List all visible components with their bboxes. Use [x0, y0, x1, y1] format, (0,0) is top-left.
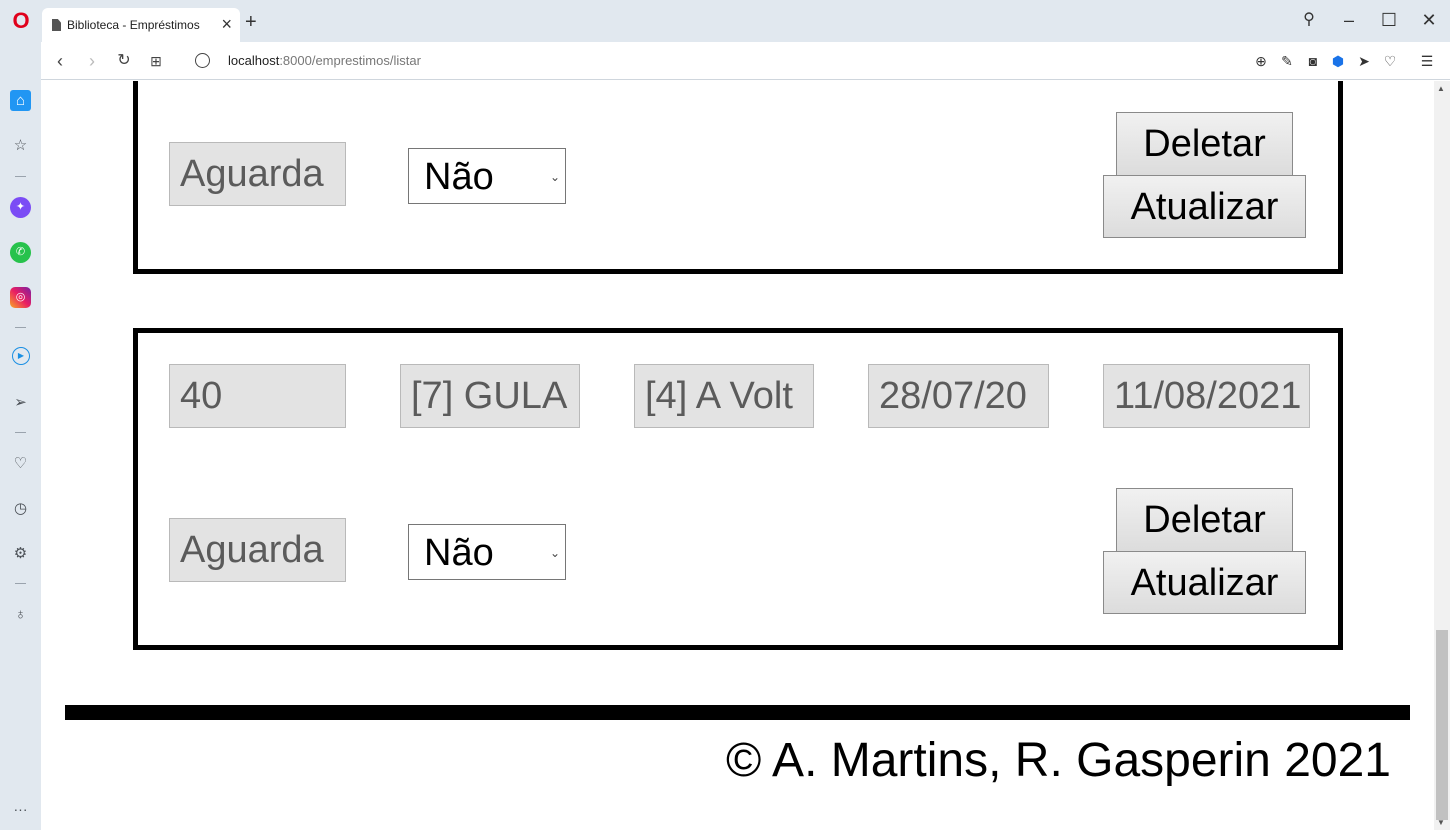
whatsapp-icon[interactable]: ✆	[10, 242, 31, 263]
heart-icon[interactable]: ♡	[1381, 52, 1399, 70]
new-tab-icon[interactable]: +	[245, 12, 257, 32]
copyright-text: © A. Martins, R. Gasperin 2021	[726, 734, 1391, 787]
url-field[interactable]: localhost:8000/emprestimos/listar	[228, 53, 421, 68]
minimize-icon[interactable]: –	[1337, 8, 1361, 32]
more-options-icon[interactable]: ···	[10, 799, 31, 820]
easy-setup-icon[interactable]: ☰	[1418, 52, 1436, 70]
browser-titlebar: O Biblioteca - Empréstimos × + ⚲ – ☐ ✕	[0, 0, 1450, 42]
returned-select-value: Não	[424, 532, 494, 574]
globe-icon	[195, 53, 210, 68]
update-button[interactable]: Atualizar	[1103, 551, 1306, 614]
player-icon[interactable]: ▶	[12, 347, 30, 365]
search-tabs-icon[interactable]: ⚲	[1297, 8, 1321, 32]
opera-logo-icon[interactable]: O	[10, 10, 32, 32]
close-tab-icon[interactable]: ×	[221, 14, 232, 34]
zoom-icon[interactable]: ⊕	[1252, 52, 1270, 70]
edit-icon[interactable]: ✎	[1278, 52, 1296, 70]
bookmark-star-icon[interactable]: ☆	[10, 135, 31, 156]
book-field: [4] A Volt	[634, 364, 814, 428]
scrollbar-thumb[interactable]	[1436, 630, 1448, 820]
scroll-down-arrow-icon[interactable]: ▼	[1437, 818, 1445, 827]
user-field: [7] GULA	[400, 364, 580, 428]
tabs-grid-icon[interactable]: ⊞	[145, 50, 167, 72]
loan-date-field: 28/07/20	[868, 364, 1049, 428]
favorites-heart-icon[interactable]: ♡	[10, 453, 31, 474]
forward-icon[interactable]: ›	[81, 50, 103, 72]
scroll-up-arrow-icon[interactable]: ▲	[1437, 84, 1445, 93]
footer-divider	[65, 705, 1410, 720]
returned-select-value: Não	[424, 156, 494, 198]
loan-card: Aguarda Não ⌄ Deletar Atualizar	[133, 81, 1343, 274]
document-icon	[52, 19, 61, 31]
instagram-icon[interactable]: ◎	[10, 287, 31, 308]
due-date-field: 11/08/2021	[1103, 364, 1310, 428]
tab-title: Biblioteca - Empréstimos	[67, 18, 200, 32]
back-icon[interactable]: ‹	[49, 50, 71, 72]
sidebar-divider	[15, 176, 26, 177]
maximize-icon[interactable]: ☐	[1377, 8, 1401, 32]
page-viewport: Aguarda Não ⌄ Deletar Atualizar 40 [7] G…	[41, 81, 1434, 830]
delete-button[interactable]: Deletar	[1116, 112, 1293, 176]
send-flow-icon[interactable]: ➢	[10, 392, 31, 413]
camera-icon[interactable]: ◙	[1304, 52, 1322, 70]
status-field: Aguarda	[169, 518, 346, 582]
delete-button[interactable]: Deletar	[1116, 488, 1293, 552]
messenger-icon[interactable]: ✦	[10, 197, 31, 218]
chevron-down-icon: ⌄	[549, 546, 560, 560]
settings-gear-icon[interactable]: ⚙	[10, 543, 31, 564]
opera-sidebar: ⌂ ☆ ✦ ✆ ◎ ▶ ➢ ♡ ◷ ⚙ ♁ ···	[0, 42, 41, 830]
close-window-icon[interactable]: ✕	[1417, 8, 1441, 32]
returned-select[interactable]: Não ⌄	[408, 148, 566, 204]
loan-card: 40 [7] GULA [4] A Volt 28/07/20 11/08/20…	[133, 328, 1343, 650]
browser-tab[interactable]: Biblioteca - Empréstimos ×	[42, 8, 240, 42]
address-bar: ‹ › ↻ ⊞ localhost:8000/emprestimos/lista…	[41, 42, 1450, 80]
loan-id-field: 40	[169, 364, 346, 428]
status-field: Aguarda	[169, 142, 346, 206]
returned-select[interactable]: Não ⌄	[408, 524, 566, 580]
chevron-down-icon: ⌄	[549, 170, 560, 184]
sidebar-divider	[15, 327, 26, 328]
update-button[interactable]: Atualizar	[1103, 175, 1306, 238]
home-icon[interactable]: ⌂	[10, 90, 31, 111]
shield-icon[interactable]: ⬢	[1329, 52, 1347, 70]
tips-lightbulb-icon[interactable]: ♁	[10, 604, 31, 625]
sidebar-divider	[15, 583, 26, 584]
send-icon[interactable]: ➤	[1355, 52, 1373, 70]
history-clock-icon[interactable]: ◷	[10, 498, 31, 519]
reload-icon[interactable]: ↻	[113, 50, 135, 72]
sidebar-divider	[15, 432, 26, 433]
